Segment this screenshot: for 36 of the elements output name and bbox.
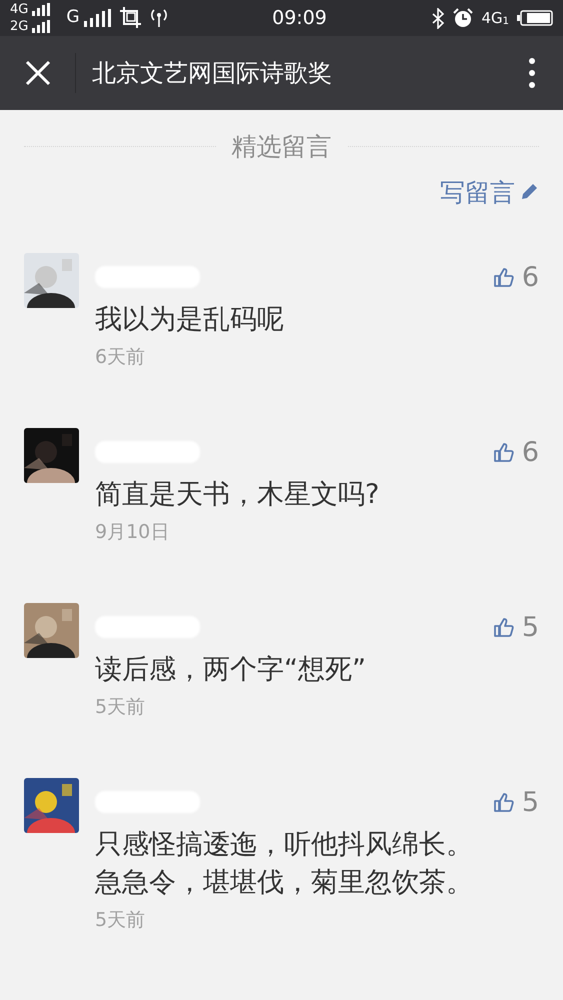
alarm-icon — [453, 8, 474, 28]
write-comment-link[interactable]: 写留言 — [440, 174, 539, 211]
thumbs-up-icon — [492, 442, 514, 462]
comment-text: 急急令，堪堪伐，菊里忽饮茶。 — [95, 866, 474, 900]
signal-icon — [32, 20, 50, 33]
section-title: 精选留言 — [232, 131, 332, 163]
comment-time: 5天前 — [95, 908, 146, 933]
network-label: G — [66, 6, 80, 30]
like-count: 6 — [522, 438, 539, 466]
sim-slot-label: 1 — [502, 15, 509, 30]
comment-text: 只感怪搞逶迤，听他抖风绵长。 — [95, 828, 474, 862]
comment-time: 6天前 — [95, 344, 146, 370]
thumbs-up-icon — [492, 266, 514, 288]
battery-icon — [517, 10, 553, 26]
comment-text: 我以为是乱码呢 — [95, 303, 285, 337]
thumbs-up-icon — [492, 792, 514, 812]
like-count: 5 — [522, 614, 539, 640]
like-count: 6 — [522, 264, 539, 290]
clock: 09:09 — [272, 6, 327, 29]
network-label: 2G — [10, 20, 28, 33]
network-label: 4G — [10, 3, 28, 16]
signal-icon — [84, 9, 112, 27]
more-icon — [529, 58, 535, 88]
data-label: 4G — [481, 8, 503, 29]
signal-icon — [32, 3, 50, 16]
comment-time: 9月10日 — [95, 520, 170, 545]
bluetooth-icon — [431, 8, 446, 28]
like-count: 5 — [522, 788, 539, 816]
comment-text: 简直是天书，木星文吗? — [95, 478, 380, 512]
hotspot-icon — [150, 8, 168, 28]
comment-time: 5天前 — [95, 694, 146, 720]
thumbs-up-icon — [492, 616, 514, 638]
close-icon — [24, 60, 50, 86]
screenshot-icon — [120, 7, 142, 29]
page-title: 北京文艺网国际诗歌奖 — [92, 58, 333, 89]
comment-text: 读后感，两个字“想死” — [95, 653, 367, 687]
